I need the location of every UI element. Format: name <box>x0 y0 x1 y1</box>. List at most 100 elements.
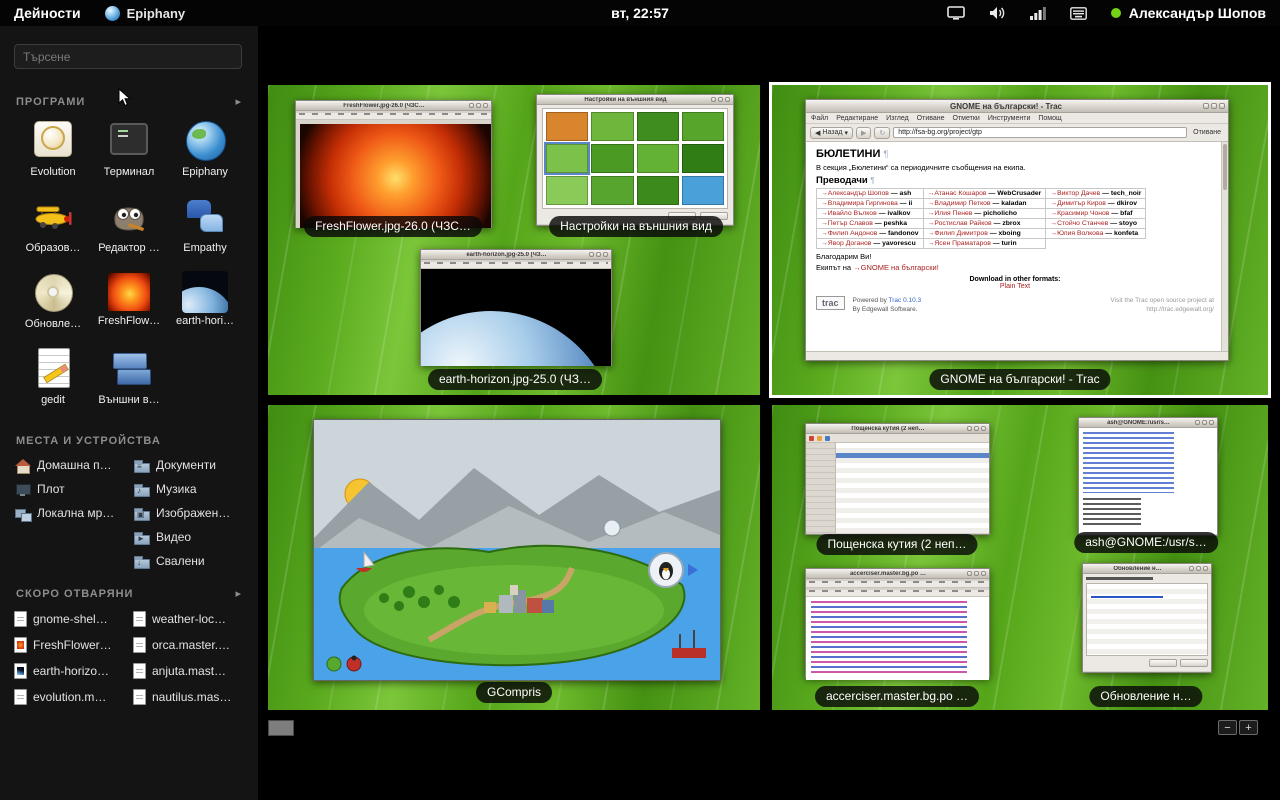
window-buttons <box>589 252 608 257</box>
desktop-icon <box>14 481 31 498</box>
window-appearance-settings[interactable]: Настройки на външния вид <box>536 94 734 226</box>
keyboard-layout-icon[interactable] <box>1070 7 1087 20</box>
volume-icon[interactable] <box>989 6 1006 20</box>
search-input[interactable] <box>14 44 242 69</box>
app-tile-earth-horizon[interactable]: earth-hori… <box>167 268 243 344</box>
window-buttons <box>711 97 730 102</box>
place-item-music[interactable]: ♪ Музика <box>133 477 244 501</box>
places-header-label: МЕСТА И УСТРОЙСТВА <box>16 435 161 447</box>
evolution-icon <box>29 116 77 164</box>
place-item-downloads[interactable]: ↓ Свалени <box>133 549 244 573</box>
network-signal-icon[interactable] <box>1030 7 1046 20</box>
window-titlebar: ash@GNOME:/usr/s… <box>1079 418 1217 428</box>
document-icon <box>133 611 146 627</box>
app-label: Evolution <box>30 166 75 178</box>
earth-globe <box>421 311 611 366</box>
menu-bar <box>806 581 989 588</box>
window-title: Настройки на външния вид <box>540 97 711 103</box>
window-freshflower-gimp[interactable]: FreshFlower.jpg-26.0 (ЧЗС… <box>295 100 492 228</box>
menu-bar <box>296 113 491 120</box>
recent-item[interactable]: nautilus.mas… <box>133 684 244 710</box>
recent-item[interactable]: FreshFlower… <box>14 632 125 658</box>
document-icon <box>133 663 146 679</box>
document-icon <box>14 611 27 627</box>
app-tile-gcompris[interactable]: Образов… <box>15 192 91 268</box>
app-label: gedit <box>41 394 65 406</box>
window-caption: earth-horizon.jpg-25.0 (ЧЗ… <box>428 369 602 390</box>
updates-body <box>1083 574 1211 671</box>
forward-button: ▶ <box>856 127 871 139</box>
window-trac-browser[interactable]: GNOME на български! - Trac Файл Редактир… <box>805 99 1229 361</box>
app-tile-empathy[interactable]: Empathy <box>167 192 243 268</box>
trac-logo: trac <box>816 296 845 310</box>
app-menu[interactable]: Epiphany <box>105 6 186 21</box>
window-title: GNOME на български! - Trac <box>809 102 1203 111</box>
app-tile-epiphany[interactable]: Epiphany <box>167 116 243 192</box>
window-update-manager[interactable]: Обновление н… <box>1082 563 1212 673</box>
window-terminal[interactable]: ash@GNOME:/usr/s… <box>1078 417 1218 536</box>
display-icon[interactable] <box>947 6 965 20</box>
place-item-documents[interactable]: ≡ Документи <box>133 453 244 477</box>
app-tile-external-drives[interactable]: Външни в… <box>91 344 167 420</box>
activities-button[interactable]: Дейности <box>0 0 95 26</box>
window-title: FreshFlower.jpg-26.0 (ЧЗС… <box>299 103 469 109</box>
workspace-4[interactable]: Пощенска кутия (2 неп… ash@GNOME:/usr/s… <box>772 405 1268 710</box>
window-earth-horizon[interactable]: earth-horizon.jpg-25.0 (ЧЗ… <box>420 249 612 366</box>
go-button: Отиване <box>1190 128 1224 137</box>
workspace-drag-handle[interactable] <box>268 720 294 736</box>
app-tile-terminal[interactable]: Терминал <box>91 116 167 192</box>
reload-button: ↻ <box>874 127 890 139</box>
clock[interactable]: вт, 22:57 <box>611 5 669 21</box>
window-caption: Обновление н… <box>1089 686 1202 707</box>
place-item-network[interactable]: Локална мр… <box>14 501 125 525</box>
user-menu[interactable]: Александър Шопов <box>1111 5 1266 21</box>
window-evolution-mail[interactable]: Пощенска кутия (2 неп… <box>805 423 990 535</box>
place-item-pictures[interactable]: ▣ Изображен… <box>133 501 244 525</box>
app-tile-gedit[interactable]: gedit <box>15 344 91 420</box>
window-gcompris[interactable] <box>313 419 721 681</box>
app-label: Образов… <box>26 242 81 254</box>
place-label: Свалени <box>156 554 205 568</box>
window-titlebar: Настройки на външния вид <box>537 95 733 105</box>
window-titlebar: accerciser.master.bg.po … <box>806 569 989 579</box>
recent-item[interactable]: orca.master.… <box>133 632 244 658</box>
place-item-desktop[interactable]: Плот <box>14 477 125 501</box>
add-workspace-button[interactable]: + <box>1239 720 1258 735</box>
place-item-home[interactable]: Домашна п… <box>14 453 125 477</box>
app-tile-gimp[interactable]: Редактор … <box>91 192 167 268</box>
remove-workspace-button[interactable]: − <box>1218 720 1237 735</box>
app-tile-updates[interactable]: Обновле… <box>15 268 91 344</box>
pilcrow-icon: ¶ <box>883 149 888 159</box>
recent-header-label: СКОРО ОТВАРЯНИ <box>16 588 133 600</box>
window-gedit-po-file[interactable]: accerciser.master.bg.po … <box>805 568 990 678</box>
user-status-online-icon <box>1111 8 1121 18</box>
window-buttons <box>967 571 986 576</box>
workspace-2-active[interactable]: GNOME на български! - Trac Файл Редактир… <box>769 82 1271 398</box>
gimp-canvas <box>296 120 491 228</box>
recent-item[interactable]: gnome-shel… <box>14 606 125 632</box>
recent-item[interactable]: anjuta.mast… <box>133 658 244 684</box>
app-tile-freshflower[interactable]: FreshFlow… <box>91 268 167 344</box>
workspace-1[interactable]: FreshFlower.jpg-26.0 (ЧЗС… Настройки на … <box>268 85 760 395</box>
app-tile-evolution[interactable]: Evolution <box>15 116 91 192</box>
terminal-output <box>1079 428 1217 534</box>
recent-item[interactable]: weather-loc… <box>133 606 244 632</box>
scrollbar[interactable] <box>1221 142 1228 351</box>
visit-trac: Visit the Trac open source project at ht… <box>1110 296 1214 314</box>
recent-item[interactable]: earth-horizo… <box>14 658 125 684</box>
app-menu-label: Epiphany <box>127 6 186 21</box>
recent-expand-icon[interactable]: ▸ <box>235 587 242 600</box>
window-caption: Настройки на външния вид <box>549 216 723 237</box>
place-item-videos[interactable]: ► Видео <box>133 525 244 549</box>
places-section-header: МЕСТА И УСТРОЙСТВА <box>16 434 242 447</box>
place-label: Домашна п… <box>37 458 112 472</box>
workspace-3[interactable]: GCompris <box>268 405 760 710</box>
document-icon <box>14 689 27 705</box>
gcompris-plane-icon <box>29 192 77 240</box>
recent-item[interactable]: evolution.m… <box>14 684 125 710</box>
recent-label: evolution.m… <box>33 690 106 704</box>
mouse-cursor-icon <box>118 88 131 107</box>
programs-expand-icon[interactable]: ▸ <box>235 95 242 108</box>
wallpaper-grid <box>542 108 728 209</box>
window-titlebar: earth-horizon.jpg-25.0 (ЧЗ… <box>421 250 611 260</box>
